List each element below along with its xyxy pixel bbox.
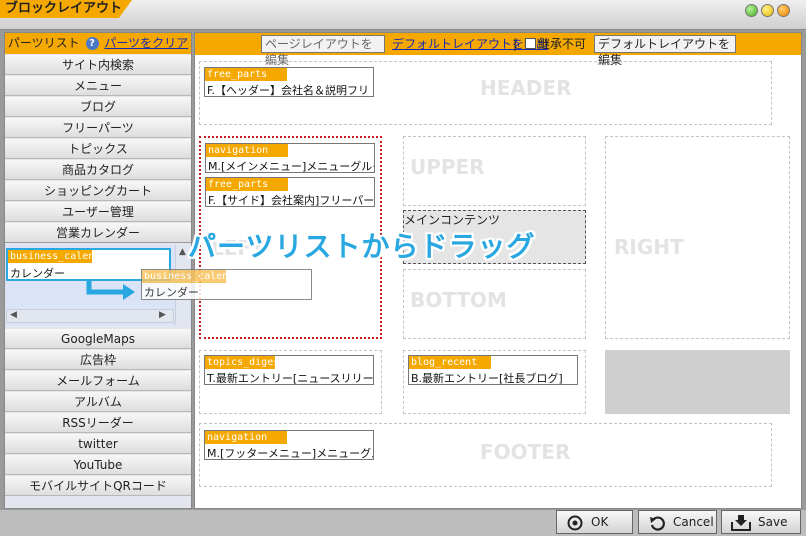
ok-icon (567, 515, 583, 531)
center-lower-zone[interactable]: blog_recent B.最新エントリー[社長ブログ] (403, 350, 586, 414)
right-lower-zone[interactable] (605, 350, 790, 414)
part-tag: business_calendar (142, 270, 247, 283)
window-title: ブロックレイアウト (0, 0, 132, 18)
right-zone[interactable]: RIGHT (605, 136, 790, 339)
parts-item-ads[interactable]: 広告枠 (5, 350, 191, 370)
no-inherit-checkbox[interactable] (525, 38, 536, 49)
parts-list-title: パーツリスト (7, 36, 80, 50)
parts-item-user-admin[interactable]: ユーザー管理 (5, 202, 191, 222)
part-tag: topics_digest (205, 356, 286, 369)
minimize-button[interactable] (745, 4, 758, 17)
maximize-button[interactable] (761, 4, 774, 17)
left-navigation-part[interactable]: navigation M.[メインメニュー]メニューグループ (205, 143, 375, 173)
blog-recent-part[interactable]: blog_recent B.最新エントリー[社長ブログ] (408, 355, 578, 385)
part-name: カレンダー (144, 286, 199, 299)
part-name: F.【サイド】会社案内]フリーパーツ (208, 194, 374, 207)
dragging-calendar-part[interactable]: business_calendar カレンダー (141, 269, 312, 300)
drag-arrow-icon (86, 281, 135, 300)
layout-toolbar: ページレイアウトを編集 デフォルトレイアウトを呼出 | 継承不可 デフォルトレイ… (195, 33, 801, 67)
parts-item-catalog[interactable]: 商品カタログ (5, 160, 191, 180)
part-name: カレンダー (10, 267, 65, 280)
part-tag: business_calendar (8, 250, 113, 263)
header-zone[interactable]: HEADER free_parts F.【ヘッダー】会社名＆説明フリ (199, 61, 772, 125)
parts-item-mail-form[interactable]: メールフォーム (5, 371, 191, 391)
parts-item-menu[interactable]: メニュー (5, 76, 191, 96)
zone-label-header: HEADER (480, 76, 572, 100)
parts-item-album[interactable]: アルバム (5, 392, 191, 412)
scroll-right-icon[interactable]: ▶ (159, 310, 166, 320)
cancel-button[interactable]: Cancel (638, 510, 717, 534)
close-button[interactable] (777, 4, 790, 17)
ok-label: OK (591, 515, 609, 529)
scroll-up-icon[interactable]: ▲ (179, 247, 186, 257)
toolbar-separator: | (513, 37, 518, 51)
cancel-label: Cancel (673, 515, 714, 529)
title-bar: ブロックレイアウト (0, 0, 806, 30)
part-tag: free_parts (205, 68, 287, 81)
save-label: Save (758, 515, 788, 529)
left-lower-zone[interactable]: topics_digest T.最新エントリー[ニュースリリース (199, 350, 382, 414)
parts-item-topics[interactable]: トピックス (5, 139, 191, 159)
upper-zone[interactable]: UPPER (403, 136, 586, 206)
left-free-part[interactable]: free_parts F.【サイド】会社案内]フリーパーツ (205, 177, 375, 207)
part-tag: free_parts (206, 178, 288, 191)
part-tag: blog_recent (409, 356, 491, 369)
part-name: T.最新エントリー[ニュースリリース (207, 372, 373, 385)
ok-button[interactable]: OK (556, 510, 633, 534)
save-button[interactable]: Save (721, 510, 801, 534)
edit-page-layout-button[interactable]: ページレイアウトを編集 (261, 35, 385, 67)
footer-zone[interactable]: FOOTER navigation M.[フッターメニュー]メニューグルー (199, 423, 772, 487)
parts-item-youtube[interactable]: YouTube (5, 455, 191, 475)
part-tag: navigation (206, 144, 288, 157)
parts-item-blog[interactable]: ブログ (5, 97, 191, 117)
undo-icon (650, 516, 665, 531)
bottom-zone[interactable]: BOTTOM (403, 269, 586, 339)
part-name: M.[フッターメニュー]メニューグルー (207, 447, 373, 460)
parts-item-cart[interactable]: ショッピングカート (5, 181, 191, 201)
scroll-left-icon[interactable]: ◀ (10, 310, 17, 320)
bottom-bar: OK Cancel Save (0, 510, 806, 536)
save-tray-icon (731, 515, 751, 531)
parts-item-calendar[interactable]: 営業カレンダー (5, 223, 191, 243)
no-inherit-label: 継承不可 (538, 37, 587, 51)
parts-list-header: パーツリスト ? パーツをクリア (5, 33, 191, 54)
clear-parts-link[interactable]: パーツをクリア (104, 36, 188, 50)
parts-item-free-parts[interactable]: フリーパーツ (5, 118, 191, 138)
part-name: M.[メインメニュー]メニューグループ (208, 160, 374, 173)
header-free-part[interactable]: free_parts F.【ヘッダー】会社名＆説明フリ (204, 67, 374, 97)
parts-item-mobile-qr[interactable]: モバイルサイトQRコード (5, 476, 191, 496)
horizontal-scrollbar[interactable]: ◀ ▶ (6, 309, 174, 323)
part-tag: navigation (205, 431, 287, 444)
zone-label-upper: UPPER (410, 155, 485, 179)
part-name: B.最新エントリー[社長ブログ] (411, 372, 563, 385)
zone-label-right: RIGHT (614, 235, 684, 259)
footer-navigation-part[interactable]: navigation M.[フッターメニュー]メニューグルー (204, 430, 374, 460)
parts-item-rss[interactable]: RSSリーダー (5, 413, 191, 433)
edit-default-layout-button[interactable]: デフォルトレイアウトを編集 (594, 35, 736, 67)
part-name: F.【ヘッダー】会社名＆説明フリ (207, 84, 370, 97)
zone-label-footer: FOOTER (480, 440, 571, 464)
help-icon[interactable]: ? (85, 37, 99, 50)
drag-instruction-text: パーツリストからドラッグ (188, 230, 536, 263)
parts-item-googlemaps[interactable]: GoogleMaps (5, 329, 191, 349)
topics-digest-part[interactable]: topics_digest T.最新エントリー[ニュースリリース (204, 355, 374, 385)
parts-item-twitter[interactable]: twitter (5, 434, 191, 454)
zone-label-bottom: BOTTOM (410, 288, 507, 312)
parts-item-site-search[interactable]: サイト内検索 (5, 55, 191, 75)
